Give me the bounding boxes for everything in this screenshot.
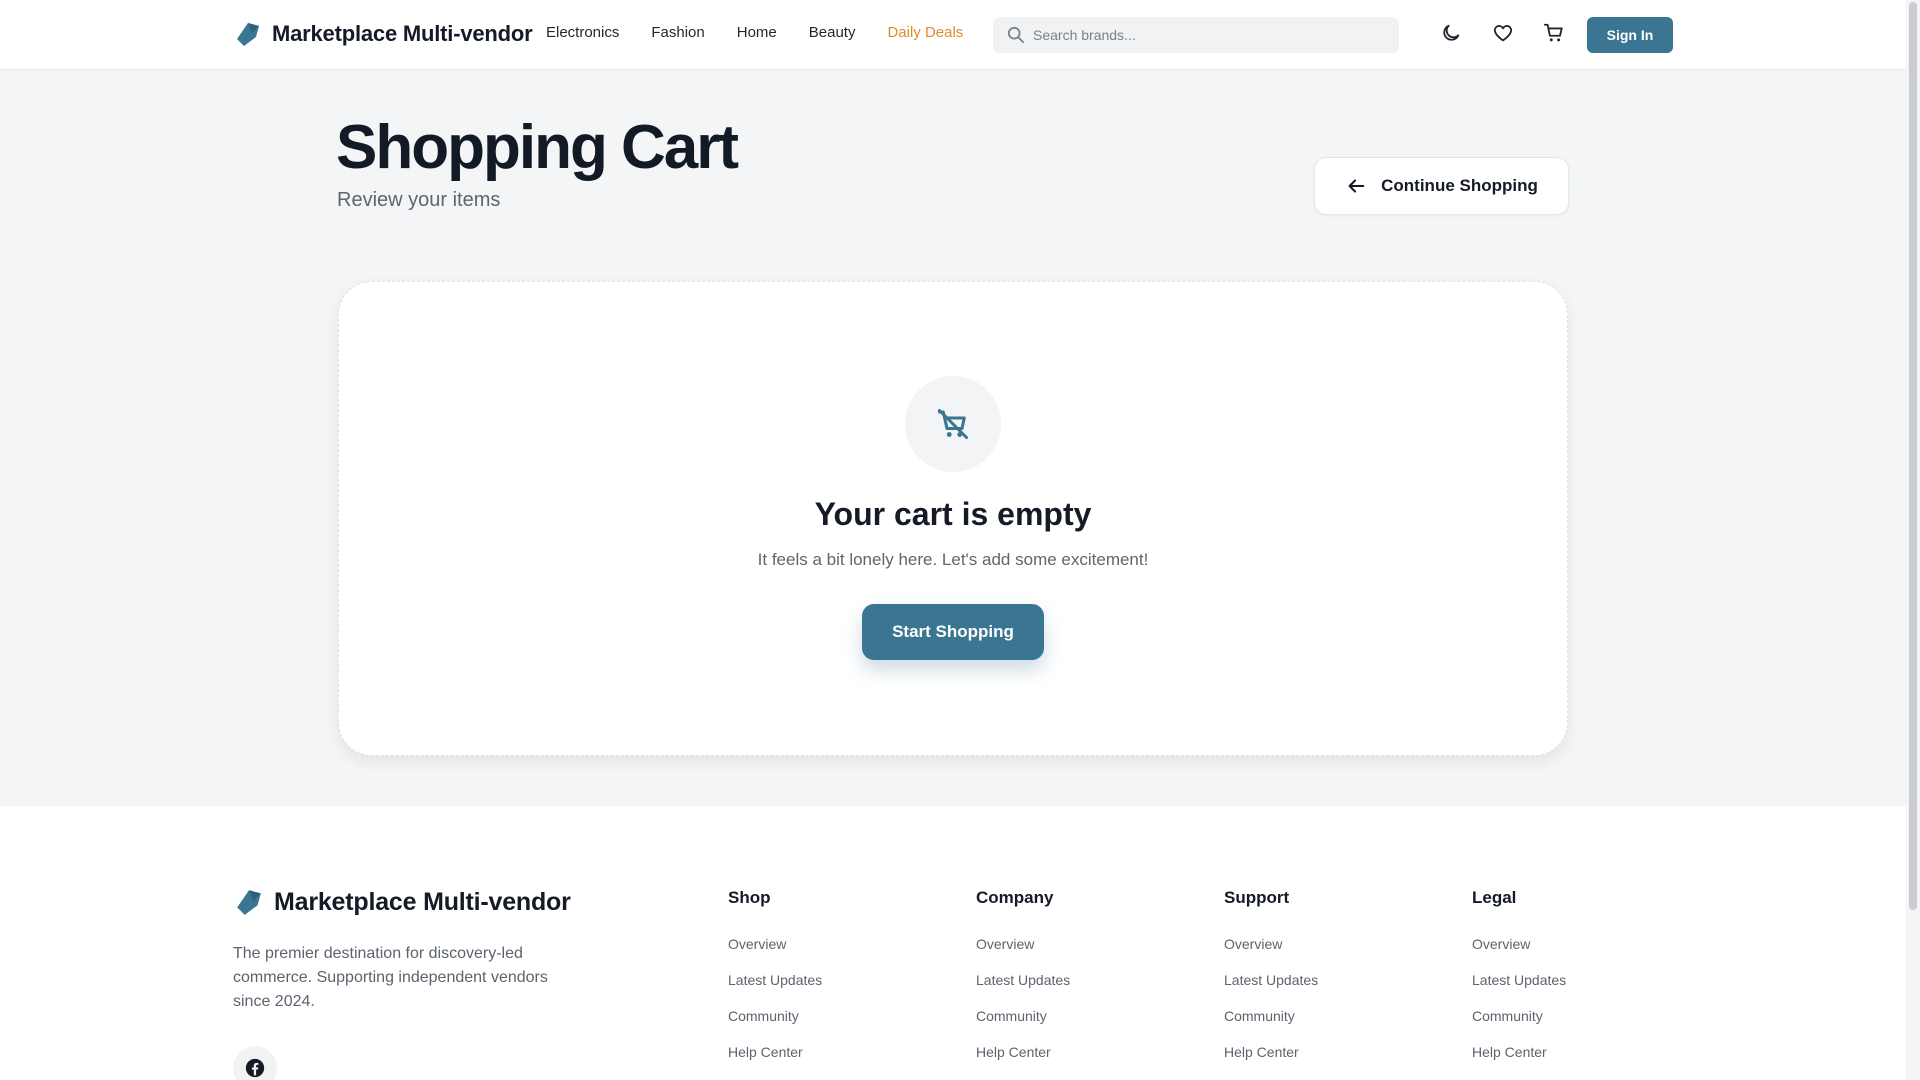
footer-column-title: Support bbox=[1224, 888, 1290, 907]
footer-link[interactable]: Overview bbox=[1472, 936, 1566, 972]
footer-link[interactable]: Help Center bbox=[728, 1044, 822, 1080]
empty-cart-title: Your cart is empty bbox=[814, 496, 1092, 532]
footer-link[interactable]: Overview bbox=[1224, 936, 1318, 972]
footer-link[interactable]: Overview bbox=[728, 936, 822, 972]
footer-description: The premier destination for discovery-le… bbox=[233, 945, 548, 1010]
cart-off-icon bbox=[938, 409, 968, 439]
scrollbar-thumb[interactable] bbox=[1909, 2, 1917, 910]
empty-cart-card: Your cart is empty It feels a bit lonely… bbox=[338, 281, 1568, 756]
empty-cart-message: It feels a bit lonely here. Let's add so… bbox=[757, 550, 1149, 569]
footer-column-legal: Legal Overview Latest Updates Community … bbox=[1472, 888, 1566, 1080]
continue-shopping-label: Continue Shopping bbox=[1381, 176, 1538, 195]
nav-link-home[interactable]: Home bbox=[737, 24, 777, 41]
main-nav: Electronics Fashion Home Beauty Daily De… bbox=[546, 24, 995, 41]
top-navigation-bar: Marketplace Multi-vendor Electronics Fas… bbox=[0, 0, 1906, 70]
page-subtitle: Review your items bbox=[337, 189, 501, 211]
footer-link[interactable]: Overview bbox=[976, 936, 1070, 972]
facebook-icon bbox=[245, 1058, 265, 1078]
page-title: Shopping Cart bbox=[336, 113, 739, 182]
cart-icon[interactable] bbox=[1541, 20, 1567, 46]
footer-column-company: Company Overview Latest Updates Communit… bbox=[976, 888, 1070, 1080]
nav-link-fashion[interactable]: Fashion bbox=[651, 24, 704, 41]
footer-link[interactable]: Latest Updates bbox=[1224, 972, 1318, 1008]
footer-link[interactable]: Community bbox=[1224, 1008, 1318, 1044]
facebook-link[interactable] bbox=[233, 1046, 277, 1080]
search-icon bbox=[1007, 26, 1025, 44]
header-brand-logo[interactable]: Marketplace Multi-vendor bbox=[234, 20, 533, 48]
footer-link[interactable]: Help Center bbox=[1224, 1044, 1318, 1080]
site-footer: Marketplace Multi-vendor The premier des… bbox=[0, 806, 1906, 1080]
arrow-left-icon bbox=[1348, 179, 1365, 193]
footer-brand-name: Marketplace Multi-vendor bbox=[274, 887, 571, 916]
search-bar bbox=[993, 17, 1399, 53]
footer-link[interactable]: Latest Updates bbox=[976, 972, 1070, 1008]
footer-column-title: Legal bbox=[1472, 888, 1517, 907]
wishlist-heart-icon[interactable] bbox=[1490, 20, 1516, 46]
footer-link[interactable]: Help Center bbox=[976, 1044, 1070, 1080]
footer-column-title: Shop bbox=[728, 888, 771, 907]
empty-cart-icon-circle bbox=[905, 376, 1001, 472]
search-input[interactable] bbox=[1033, 27, 1373, 43]
nav-link-daily-deals[interactable]: Daily Deals bbox=[887, 24, 963, 41]
footer-link[interactable]: Community bbox=[1472, 1008, 1566, 1044]
footer-brand-logo[interactable]: Marketplace Multi-vendor bbox=[234, 887, 571, 917]
nav-link-beauty[interactable]: Beauty bbox=[809, 24, 856, 41]
footer-link[interactable]: Community bbox=[728, 1008, 822, 1044]
nav-link-electronics[interactable]: Electronics bbox=[546, 24, 619, 41]
footer-column-shop: Shop Overview Latest Updates Community H… bbox=[728, 888, 822, 1080]
theme-toggle-moon-icon[interactable] bbox=[1438, 20, 1464, 46]
continue-shopping-button[interactable]: Continue Shopping bbox=[1314, 157, 1569, 215]
footer-column-support: Support Overview Latest Updates Communit… bbox=[1224, 888, 1318, 1080]
footer-link[interactable]: Help Center bbox=[1472, 1044, 1566, 1080]
footer-link[interactable]: Community bbox=[976, 1008, 1070, 1044]
brand-tag-icon bbox=[237, 890, 261, 915]
brand-name: Marketplace Multi-vendor bbox=[272, 21, 533, 46]
footer-link[interactable]: Latest Updates bbox=[1472, 972, 1566, 1008]
start-shopping-button[interactable]: Start Shopping bbox=[862, 604, 1044, 660]
footer-link[interactable]: Latest Updates bbox=[728, 972, 822, 1008]
brand-tag-icon bbox=[237, 23, 259, 46]
sign-in-button[interactable]: Sign In bbox=[1587, 17, 1673, 53]
page-scrollbar[interactable] bbox=[1906, 0, 1920, 1080]
footer-column-title: Company bbox=[976, 888, 1054, 907]
